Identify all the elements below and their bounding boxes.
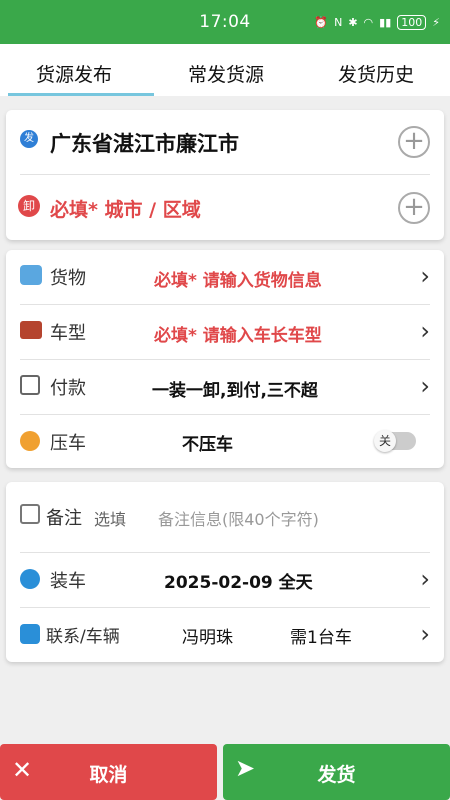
destination-pin-icon: 卸 [18,195,40,217]
nfc-icon: N [334,16,343,29]
tab-history[interactable]: 发货历史 [338,60,414,87]
wifi-icon: ◠ [363,16,374,29]
remark-label: 备注 [46,508,82,529]
extra-card: 备注 选填 备注信息(限40个字符) 装车 2025-02-09 全天 › 联系… [6,482,444,662]
payment-icon [20,375,40,395]
toggle-knob: 关 [374,430,396,452]
tab-bar: 货源发布 常发货源 发货历史 [0,44,450,96]
destination-row[interactable]: 卸 必填* 城市 / 区域 + [6,175,444,240]
cargo-icon [20,265,42,285]
tab-publish[interactable]: 货源发布 [36,60,112,87]
note-icon [20,504,40,524]
submit-button[interactable]: ➤ 发货 [223,744,450,800]
cancel-label: 取消 [89,764,128,786]
details-card: 货物 必填* 请输入货物信息 › 车型 必填* 请输入车长车型 › 付款 一装一… [6,250,444,468]
vehicle-label: 车型 [50,323,86,344]
payment-row[interactable]: 付款 一装一卸,到付,三不超 › [6,360,444,414]
origin-pin-icon: 发 [20,130,38,148]
contact-name: 冯明珠 [182,628,233,648]
cargo-value: 必填* 请输入货物信息 [154,271,322,291]
contact-label: 联系/车辆 [46,627,120,647]
chevron-right-icon: › [420,372,430,400]
bluetooth-icon: ✱ [348,16,358,29]
loading-value: 2025-02-09 全天 [164,573,313,593]
truck-icon [20,321,42,339]
origin-text: 广东省湛江市廉江市 [50,132,239,156]
chevron-right-icon: › [420,620,430,648]
pressure-toggle[interactable]: 关 [374,430,416,452]
contact-row[interactable]: 联系/车辆 冯明珠 需1台车 › [6,608,444,662]
battery-icon: 100 [397,15,427,30]
pressure-row: 压车 不压车 关 [6,415,444,468]
remark-row[interactable]: 备注 选填 备注信息(限40个字符) [6,482,444,552]
loading-row[interactable]: 装车 2025-02-09 全天 › [6,553,444,607]
chevron-right-icon: › [420,565,430,593]
status-bar: 17:04 ⏰ N ✱ ◠ ▮▮ 100 ⚡ [0,0,450,44]
signal-icon: ▮▮ [379,16,392,29]
pressure-value: 不压车 [182,435,233,455]
tab-frequent[interactable]: 常发货源 [188,60,264,87]
vehicle-row[interactable]: 车型 必填* 请输入车长车型 › [6,305,444,359]
route-card: 发 广东省湛江市廉江市 + 卸 必填* 城市 / 区域 + [6,110,444,240]
vehicle-value: 必填* 请输入车长车型 [154,326,322,346]
loading-label: 装车 [50,571,86,592]
vehicle-count: 需1台车 [290,628,352,648]
origin-row[interactable]: 发 广东省湛江市廉江市 + [6,110,444,174]
submit-label: 发货 [317,764,356,786]
chevron-right-icon: › [420,262,430,290]
payment-value: 一装一卸,到付,三不超 [152,381,318,401]
payment-label: 付款 [50,378,86,399]
charging-icon: ⚡ [432,16,440,29]
alarm-icon: ⏰ [314,16,329,29]
contact-icon [20,624,40,644]
chevron-right-icon: › [420,317,430,345]
remark-hint: 选填 [94,510,127,529]
cargo-row[interactable]: 货物 必填* 请输入货物信息 › [6,250,444,304]
cancel-button[interactable]: ✕ 取消 [0,744,217,800]
pressure-icon [20,431,40,451]
status-icons: ⏰ N ✱ ◠ ▮▮ 100 ⚡ [314,15,440,30]
destination-placeholder: 必填* 城市 / 区域 [50,199,201,221]
pressure-label: 压车 [50,433,86,454]
add-destination-icon[interactable]: + [398,192,430,224]
clock-icon [20,569,40,589]
remark-input[interactable]: 备注信息(限40个字符) [158,506,319,530]
active-tab-indicator [8,93,154,96]
cargo-label: 货物 [50,268,86,289]
add-origin-icon[interactable]: + [398,126,430,158]
